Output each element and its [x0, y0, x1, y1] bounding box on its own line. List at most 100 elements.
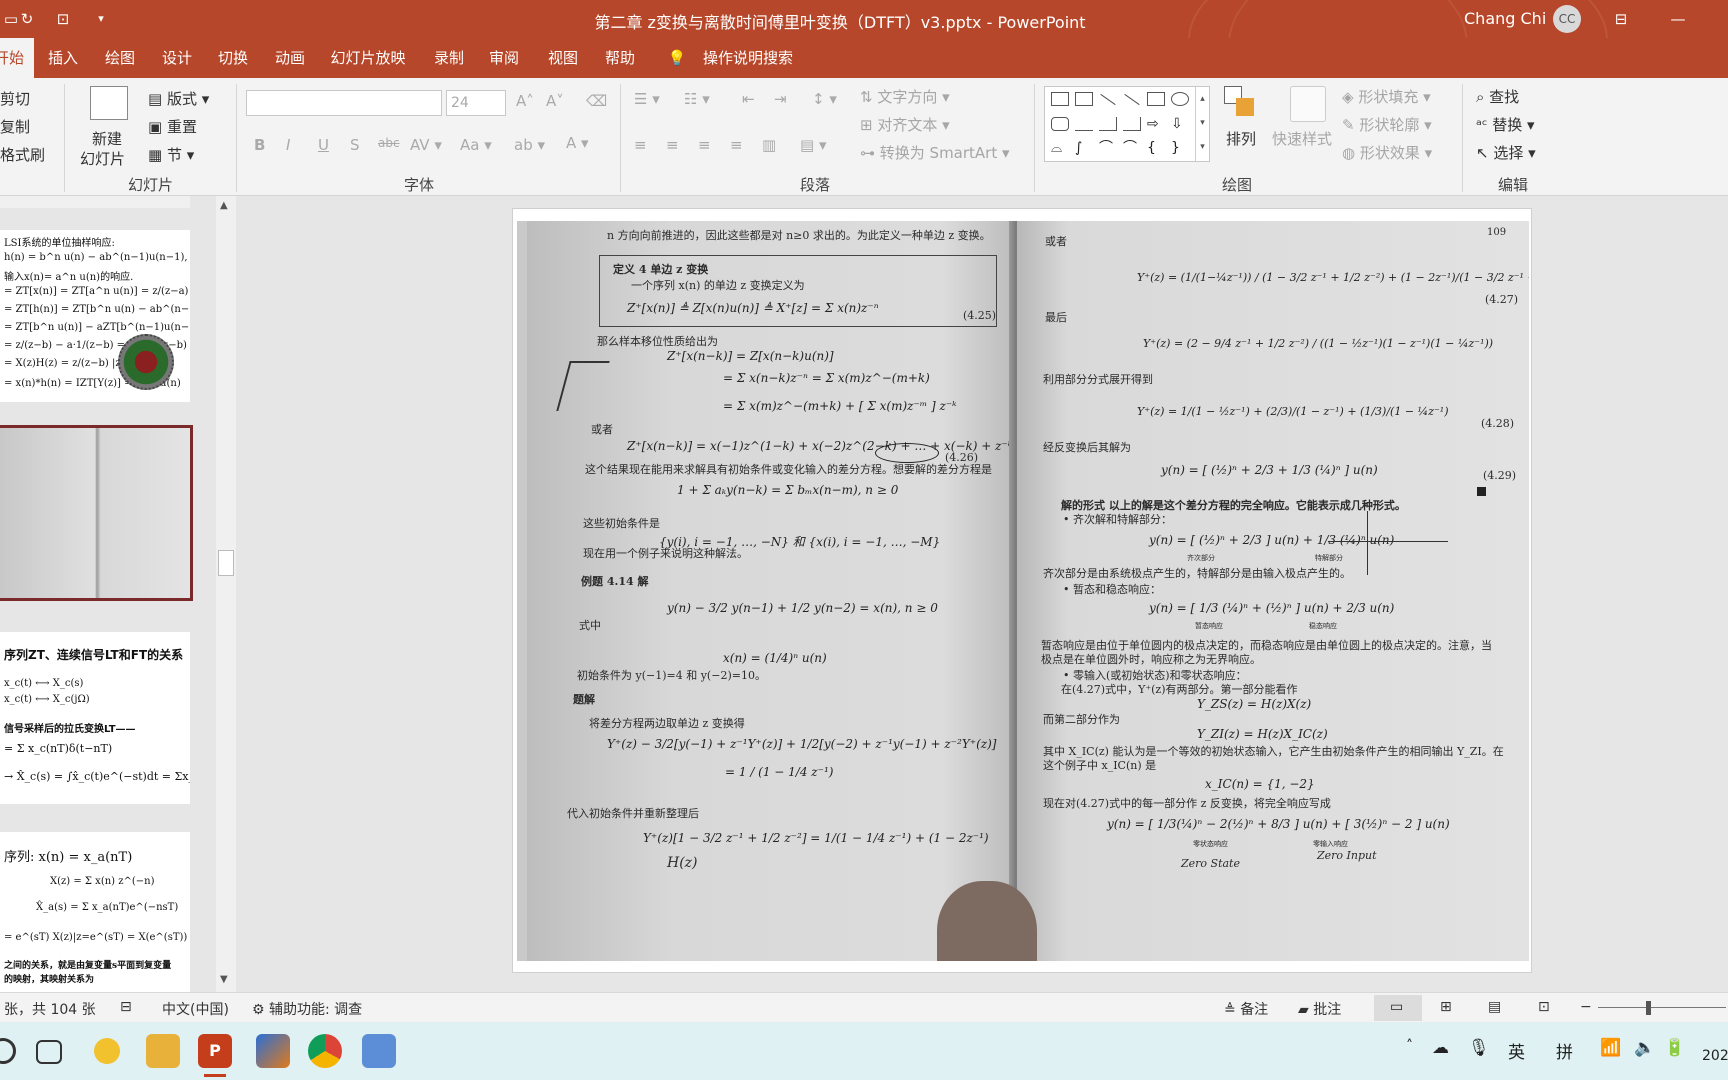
elbow-arrow-shape-icon[interactable] [1123, 117, 1141, 131]
tab-transitions[interactable]: 切换 [214, 38, 252, 78]
triangle-shape-icon[interactable] [1075, 117, 1093, 131]
slide-thumbnail[interactable]: 序列: x(n) = x_a(nT) X(z) = Σ x(n) z^(−n) … [0, 832, 190, 992]
volume-icon[interactable]: 🔈 [1634, 1038, 1655, 1058]
present-from-start-icon[interactable]: ⊡ [52, 8, 74, 30]
layout-button[interactable]: ▤ 版式 ▾ [148, 88, 209, 109]
align-left-icon[interactable]: ≡ [634, 136, 647, 154]
new-slide-icon[interactable] [90, 86, 128, 120]
oval-shape-icon[interactable] [1171, 92, 1189, 106]
tab-insert[interactable]: 插入 [44, 38, 82, 78]
ime-mode-pinyin[interactable]: 拼 [1556, 1038, 1573, 1063]
ime-mode-en[interactable]: 英 [1508, 1038, 1525, 1063]
shadow-icon[interactable]: S [350, 136, 360, 154]
new-slide-dropdown[interactable]: 幻灯片 [80, 148, 125, 169]
scribble-shape-icon[interactable]: ∫ [1075, 141, 1093, 155]
italic-icon[interactable]: I [286, 136, 290, 154]
slide-thumbnail[interactable]: 序列ZT、连续信号LT和FT的关系 x_c(t) ⟷ X_c(s) x_c(t)… [0, 632, 190, 804]
arc-shape-icon[interactable]: ⌒ [1123, 141, 1141, 155]
align-text-button[interactable]: ⊞ 对齐文本 ▾ [860, 114, 950, 135]
replace-button[interactable]: ᵃᶜ 替换 ▾ [1476, 114, 1535, 135]
font-color-icon[interactable]: A ▾ [566, 134, 589, 152]
scroll-up-icon[interactable]: ▲ [220, 200, 228, 211]
app-icon[interactable] [94, 1038, 120, 1064]
select-button[interactable]: ↖ 选择 ▾ [1476, 142, 1536, 163]
slide-canvas[interactable]: n 方向向前推进的，因此这些都是对 n≥0 求出的。为此定义一种单边 z 变换。… [512, 208, 1532, 973]
ribbon-display-options-icon[interactable]: ⊟ [1610, 8, 1632, 30]
right-arrow-shape-icon[interactable]: ⇨ [1147, 117, 1165, 131]
accessibility-status[interactable]: ⚙ 辅助功能: 调查 [252, 999, 362, 1019]
wifi-icon[interactable]: 📶 [1600, 1038, 1621, 1058]
minimize-icon[interactable]: — [1667, 8, 1689, 30]
arrange-icon[interactable] [1224, 86, 1258, 120]
user-name[interactable]: Chang Chi [1464, 9, 1546, 28]
freeform-shape-icon[interactable]: ⌓ [1051, 141, 1069, 155]
tab-record[interactable]: 录制 [428, 38, 470, 78]
language-status[interactable]: 中文(中国) [162, 999, 229, 1019]
shape-fill-button[interactable]: ◈ 形状填充 ▾ [1342, 86, 1431, 107]
convert-smartart-button[interactable]: ⊶ 转换为 SmartArt ▾ [860, 142, 1010, 163]
shapes-more-icon[interactable]: ▴ ▾ ▾ [1195, 87, 1209, 161]
align-center-icon[interactable]: ≡ [666, 136, 679, 154]
spellcheck-icon[interactable]: ⊟ [120, 999, 132, 1015]
matlab-icon[interactable] [256, 1034, 290, 1068]
scrollbar-thumb[interactable] [218, 550, 234, 576]
text-direction-button[interactable]: ⇅ 文字方向 ▾ [860, 86, 950, 107]
slide-thumbnail-selected[interactable] [0, 425, 193, 601]
tab-help[interactable]: 帮助 [600, 38, 640, 78]
zoom-slider-thumb[interactable] [1646, 1001, 1651, 1015]
onedrive-icon[interactable]: ☁ [1432, 1038, 1449, 1058]
arrange-button[interactable]: 排列 [1226, 128, 1256, 149]
slide-thumbnail[interactable]: LSI系统的单位抽样响应: h(n) = b^n u(n) − ab^(n−1)… [0, 230, 190, 402]
reading-view-icon[interactable]: ▤ [1488, 999, 1501, 1015]
quick-styles-button[interactable]: 快速样式 [1272, 128, 1332, 149]
file-explorer-icon[interactable] [146, 1034, 180, 1068]
comments-button[interactable]: ▰ 批注 [1298, 999, 1341, 1019]
vertical-textbox-shape-icon[interactable] [1075, 92, 1093, 106]
microphone-icon[interactable]: 🎙 [1468, 1038, 1490, 1058]
cut-button[interactable]: 剪切 [0, 88, 30, 109]
slide-thumbnail[interactable] [0, 196, 190, 208]
font-family-select[interactable] [246, 90, 442, 116]
battery-icon[interactable]: 🔋 [1664, 1038, 1685, 1058]
line-shape-icon[interactable] [1100, 93, 1116, 106]
right-brace-shape-icon[interactable]: } [1171, 141, 1189, 155]
bold-icon[interactable]: B [254, 136, 265, 154]
highlight-icon[interactable]: ab ▾ [514, 136, 545, 154]
font-size-select[interactable]: 24 [446, 90, 506, 116]
clock[interactable]: 202 [1702, 1048, 1728, 1064]
book-photo[interactable]: n 方向向前推进的，因此这些都是对 n≥0 求出的。为此定义一种单边 z 变换。… [517, 221, 1529, 961]
decrease-indent-icon[interactable]: ⇤ [742, 90, 755, 108]
normal-view-button[interactable]: ▭ [1374, 995, 1422, 1021]
scroll-down-icon[interactable]: ▼ [220, 974, 228, 985]
tell-me-search[interactable]: 操作说明搜索 [698, 38, 798, 78]
justify-icon[interactable]: ≡ [730, 136, 743, 154]
format-painter-button[interactable]: 格式刷 [0, 144, 45, 165]
quick-styles-icon[interactable] [1290, 86, 1326, 122]
left-brace-shape-icon[interactable]: { [1147, 141, 1165, 155]
zoom-slider[interactable] [1598, 1007, 1726, 1008]
find-button[interactable]: ⌕ 查找 [1476, 86, 1519, 107]
line-spacing-icon[interactable]: ↕ ▾ [812, 90, 837, 108]
thumbnails-scrollbar[interactable]: ▲ ▼ [216, 196, 236, 992]
tab-animations[interactable]: 动画 [270, 38, 310, 78]
shape-outline-button[interactable]: ✎ 形状轮廓 ▾ [1342, 114, 1432, 135]
reset-button[interactable]: ▣ 重置 [148, 116, 197, 137]
powerpoint-icon[interactable]: P [198, 1034, 232, 1068]
search-icon[interactable] [0, 1038, 16, 1064]
align-right-icon[interactable]: ≡ [698, 136, 711, 154]
copy-button[interactable]: 复制 [0, 116, 30, 137]
shape-effects-button[interactable]: ◍ 形状效果 ▾ [1342, 142, 1432, 163]
task-view-icon[interactable] [36, 1040, 62, 1064]
down-arrow-shape-icon[interactable]: ⇩ [1171, 117, 1189, 131]
increase-indent-icon[interactable]: ⇥ [774, 90, 787, 108]
zoom-out-icon[interactable]: − [1580, 999, 1592, 1015]
redo-icon[interactable]: ↻ [16, 8, 38, 30]
show-hidden-icons-icon[interactable]: ˄ [1406, 1038, 1413, 1054]
arrow-shape-icon[interactable] [1124, 93, 1140, 106]
slideshow-view-icon[interactable]: ⊡ [1538, 999, 1550, 1015]
app-icon[interactable] [362, 1034, 396, 1068]
elbow-connector-shape-icon[interactable] [1099, 117, 1117, 131]
tab-design[interactable]: 设计 [158, 38, 196, 78]
change-case-icon[interactable]: Aa ▾ [460, 136, 492, 154]
strikethrough-icon[interactable]: abc [378, 136, 400, 150]
